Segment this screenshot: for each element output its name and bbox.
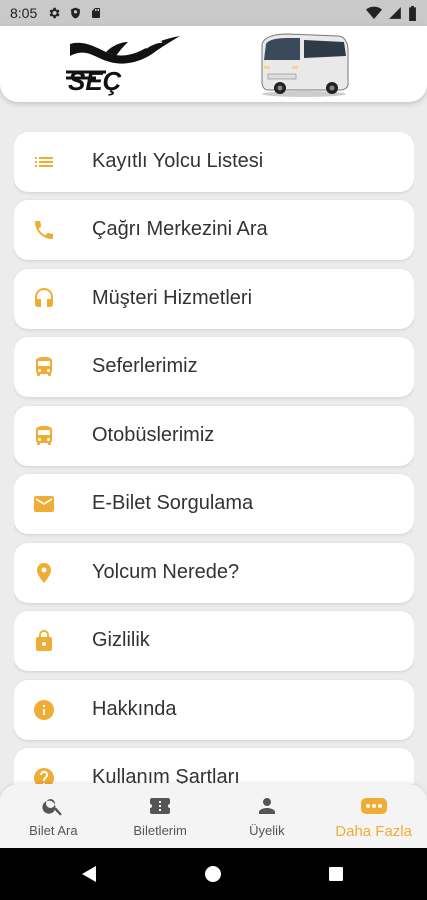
person-icon: [258, 798, 275, 814]
system-navigation-bar: [0, 848, 427, 900]
signal-icon: [389, 7, 401, 19]
menu-item-label: Müşteri Hizmetleri: [92, 287, 253, 309]
bus-image: [261, 33, 349, 97]
search-icon: [42, 799, 63, 816]
recents-icon[interactable]: [328, 866, 344, 882]
bus-icon: [36, 357, 52, 376]
tab-search-ticket[interactable]: Bilet Ara: [0, 784, 107, 848]
menu-item-trips[interactable]: Seferlerimiz: [14, 337, 414, 397]
tab-label: Daha Fazla: [335, 823, 412, 840]
more-icon: [360, 798, 387, 814]
menu-item-customer-service[interactable]: Müşteri Hizmetleri: [14, 269, 414, 329]
tab-more[interactable]: Daha Fazla: [320, 784, 427, 848]
menu-item-call-center[interactable]: Çağrı Merkezini Ara: [14, 200, 414, 260]
lock-icon: [36, 630, 52, 651]
menu-item-privacy[interactable]: Gizlilik: [14, 611, 414, 671]
menu-item-eticket-query[interactable]: E-Bilet Sorgulama: [14, 474, 414, 534]
list-icon: [35, 157, 53, 167]
status-bar: 8:05: [0, 0, 427, 26]
menu-item-terms[interactable]: Kullanım Şartları: [14, 748, 414, 784]
sd-card-icon: [92, 8, 101, 18]
info-icon: [34, 700, 54, 720]
phone-icon: [35, 221, 53, 239]
tab-my-tickets[interactable]: Biletlerim: [107, 784, 214, 848]
sec-logo: SEÇ: [66, 36, 180, 96]
menu-item-buses[interactable]: Otobüslerimiz: [14, 406, 414, 466]
location-pin-icon: [37, 563, 51, 583]
help-icon: [34, 768, 54, 784]
shield-icon: [71, 7, 81, 19]
menu-item-label: Kayıtlı Yolcu Listesi: [92, 150, 264, 172]
menu-item-label: Otobüslerimiz: [92, 424, 215, 446]
tab-label: Bilet Ara: [29, 823, 78, 838]
home-icon[interactable]: [204, 865, 222, 883]
app-header: SEÇ: [0, 26, 427, 102]
ticket-icon: [150, 798, 171, 814]
menu-item-label: Yolcum Nerede?: [92, 561, 240, 583]
menu-item-label: Gizlilik: [92, 629, 150, 651]
menu-item-label: Kullanım Şartları: [92, 766, 240, 784]
menu-item-label: E-Bilet Sorgulama: [92, 492, 254, 514]
menu-item-passenger-location[interactable]: Yolcum Nerede?: [14, 543, 414, 603]
more-menu-list: Kayıtlı Yolcu Listesi Çağrı Merkezini Ar…: [14, 132, 414, 784]
headset-icon: [35, 288, 53, 307]
tab-label: Üyelik: [249, 823, 285, 838]
bus-icon: [36, 426, 52, 445]
bottom-navigation: Bilet Ara Biletlerim Üyelik Daha Fazla: [0, 784, 427, 848]
status-time: 8:05: [10, 5, 38, 21]
mail-icon: [34, 496, 54, 512]
menu-item-label: Çağrı Merkezini Ara: [92, 218, 268, 240]
menu-item-label: Seferlerimiz: [92, 355, 198, 377]
back-icon[interactable]: [80, 865, 98, 883]
menu-item-saved-passengers[interactable]: Kayıtlı Yolcu Listesi: [14, 132, 414, 192]
menu-item-about[interactable]: Hakkında: [14, 680, 414, 740]
tab-membership[interactable]: Üyelik: [214, 784, 321, 848]
wifi-icon: [366, 6, 382, 19]
battery-icon: [409, 5, 416, 21]
settings-gear-icon: [49, 7, 60, 19]
menu-item-label: Hakkında: [92, 698, 177, 720]
tab-label: Biletlerim: [133, 823, 187, 838]
